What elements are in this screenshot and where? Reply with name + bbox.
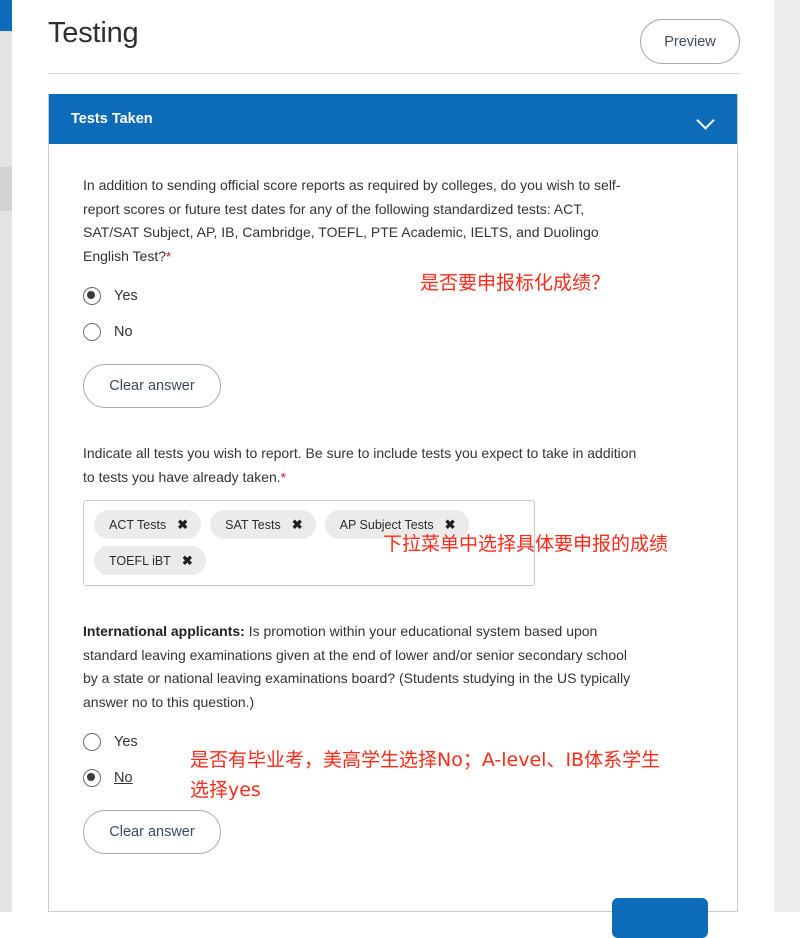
chip-act-tests[interactable]: ACT Tests ✖ bbox=[94, 510, 202, 539]
radio-indicator-selected[interactable] bbox=[83, 287, 101, 305]
question-lead: International applicants: bbox=[83, 623, 245, 639]
radio-indicator[interactable] bbox=[83, 323, 101, 341]
page-surface: Testing Preview Tests Taken In addition … bbox=[12, 0, 774, 938]
radio-option-yes[interactable]: Yes bbox=[83, 724, 703, 760]
question-indicate-all-tests: Indicate all tests you wish to report. B… bbox=[49, 442, 737, 586]
clear-answer-button-self-report[interactable]: Clear answer bbox=[83, 364, 221, 408]
question-international-applicants: International applicants: Is promotion w… bbox=[49, 620, 737, 854]
question-text: Indicate all tests you wish to report. B… bbox=[83, 442, 643, 489]
chip-label: SAT Tests bbox=[225, 517, 281, 532]
close-icon[interactable]: ✖ bbox=[292, 518, 303, 531]
tests-taken-card-body: In addition to sending official score re… bbox=[49, 144, 737, 878]
header-divider bbox=[48, 73, 740, 74]
tests-multiselect-input[interactable]: ACT Tests ✖ SAT Tests ✖ AP Subject Tests ✖ … bbox=[83, 500, 535, 586]
tests-taken-card: Tests Taken In addition to sending offic… bbox=[48, 94, 738, 912]
chevron-down-icon[interactable] bbox=[697, 114, 715, 125]
chip-ap-subject-tests[interactable]: AP Subject Tests ✖ bbox=[324, 510, 469, 539]
radio-label: No bbox=[114, 324, 133, 340]
chip-label: AP Subject Tests bbox=[339, 517, 434, 532]
close-icon[interactable]: ✖ bbox=[182, 554, 193, 567]
chip-label: ACT Tests bbox=[109, 517, 167, 532]
radio-group-self-report: Yes No bbox=[83, 278, 703, 350]
chip-sat-tests[interactable]: SAT Tests ✖ bbox=[210, 510, 316, 539]
close-icon[interactable]: ✖ bbox=[445, 518, 456, 531]
page-header: Testing Preview bbox=[48, 14, 740, 72]
radio-label: Yes bbox=[114, 734, 138, 750]
radio-option-no[interactable]: No bbox=[83, 760, 703, 796]
required-marker: * bbox=[280, 469, 286, 485]
page-title: Testing bbox=[48, 17, 139, 49]
radio-label: Yes bbox=[114, 288, 138, 304]
radio-group-international: Yes No bbox=[83, 724, 703, 796]
question-text: International applicants: Is promotion w… bbox=[83, 620, 643, 714]
close-icon[interactable]: ✖ bbox=[177, 518, 188, 531]
question-self-report-scores: In addition to sending official score re… bbox=[49, 174, 737, 408]
question-text-body: Indicate all tests you wish to report. B… bbox=[83, 445, 637, 485]
preview-button[interactable]: Preview bbox=[640, 19, 740, 64]
radio-indicator[interactable] bbox=[83, 733, 101, 751]
tests-taken-card-header[interactable]: Tests Taken bbox=[49, 94, 737, 144]
chip-toefl-ibt[interactable]: TOEFL iBT ✖ bbox=[94, 546, 206, 575]
radio-indicator-selected[interactable] bbox=[83, 769, 101, 787]
continue-button[interactable] bbox=[612, 898, 708, 938]
radio-option-no[interactable]: No bbox=[83, 314, 703, 350]
radio-label: No bbox=[114, 770, 133, 786]
chip-label: TOEFL iBT bbox=[109, 553, 171, 568]
left-rail-accent-block bbox=[0, 0, 12, 31]
right-scroll-rail[interactable] bbox=[773, 0, 800, 912]
clear-answer-button-international[interactable]: Clear answer bbox=[83, 810, 221, 854]
left-sidebar-rail bbox=[0, 0, 12, 912]
question-text: In addition to sending official score re… bbox=[83, 174, 643, 268]
radio-option-yes[interactable]: Yes bbox=[83, 278, 703, 314]
tests-taken-card-title: Tests Taken bbox=[71, 111, 153, 127]
required-marker: * bbox=[166, 248, 172, 264]
question-text-body: In addition to sending official score re… bbox=[83, 177, 621, 264]
